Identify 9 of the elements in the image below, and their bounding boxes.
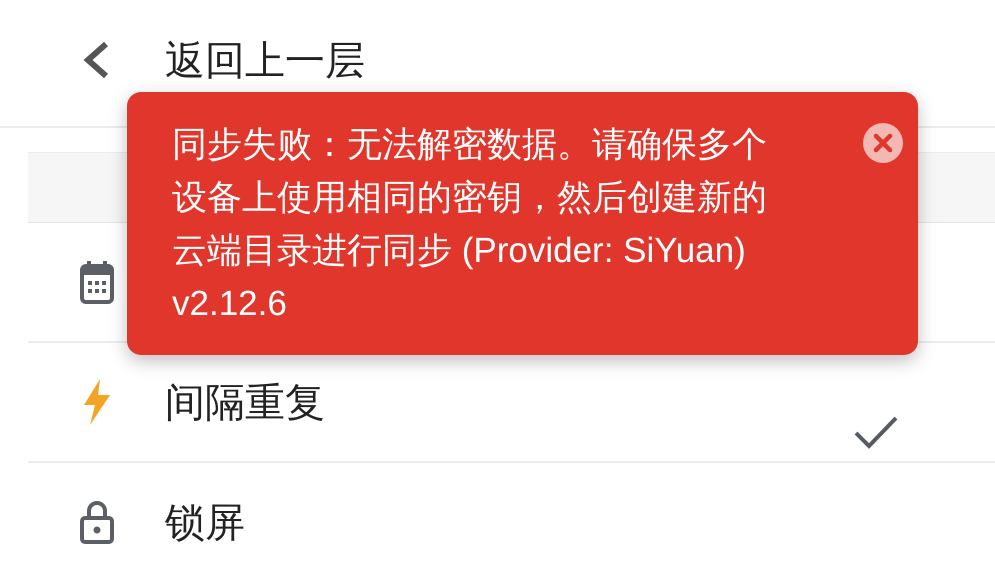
calendar-icon [78,260,114,304]
header-title: 返回上一层 [165,38,365,84]
error-message: 同步失败：无法解密数据。请确保多个设备上使用相同的密钥，然后创建新的云端目录进行同步 (Provider: SiYuan) v2.12.6 [172,124,768,325]
menu-item-label[interactable]: 锁屏 [165,494,245,550]
lock-icon [80,500,114,544]
checkmark-icon [854,415,898,449]
close-icon[interactable] [863,123,903,163]
menu-item-label[interactable]: 间隔重复 [165,374,325,430]
lightning-icon [82,379,110,425]
